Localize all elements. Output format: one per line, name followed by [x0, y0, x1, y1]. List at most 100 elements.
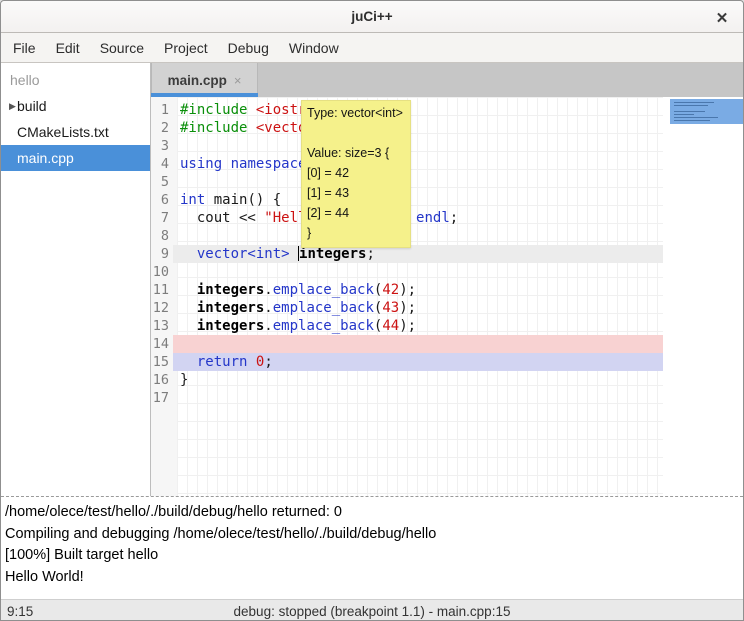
- terminal-line: /home/olece/test/hello/./build/debug/hel…: [5, 502, 739, 524]
- expander-icon[interactable]: ▶: [1, 101, 17, 112]
- code-token: cout <<: [180, 210, 264, 226]
- terminal-panel[interactable]: /home/olece/test/hello/./build/debug/hel…: [1, 496, 743, 599]
- sidebar: hello ▶buildCMakeLists.txt main.cpp: [1, 63, 151, 496]
- terminal-line: [100%] Built target hello: [5, 545, 739, 567]
- tab-close-icon[interactable]: ×: [234, 73, 242, 88]
- code-token: .: [264, 300, 272, 316]
- debug-status: debug: stopped (breakpoint 1.1) - main.c…: [1, 604, 743, 619]
- code-token: emplace_back: [273, 300, 374, 316]
- line-number: 17: [151, 389, 173, 407]
- code-text[interactable]: using namespace std;: [173, 155, 663, 173]
- status-bar: 9:15 debug: stopped (breakpoint 1.1) - m…: [1, 599, 743, 621]
- tooltip-line: [1] = 43: [307, 183, 405, 203]
- line-number: 8: [151, 227, 173, 245]
- code-token: #include: [180, 120, 247, 136]
- code-text[interactable]: int main() {: [173, 191, 663, 209]
- cursor-position: 9:15: [7, 604, 33, 619]
- code-text[interactable]: [173, 389, 663, 407]
- code-token: vector<int>: [197, 246, 290, 262]
- line-number: 4: [151, 155, 173, 173]
- code-rows: 1#include <iostream>2#include <vector>34…: [151, 97, 743, 407]
- tooltip-line: [307, 123, 405, 143]
- code-token: return: [197, 354, 248, 370]
- menu-project[interactable]: Project: [154, 34, 218, 62]
- code-token: );: [399, 282, 416, 298]
- menu-window[interactable]: Window: [279, 34, 349, 62]
- editor-pane: main.cpp × 1#include <iostream>2#include…: [151, 63, 743, 496]
- code-line-15: 15 return 0;: [151, 353, 663, 371]
- code-token: integers: [299, 246, 366, 262]
- code-line-12: 12 integers.emplace_back(43);: [151, 299, 663, 317]
- line-number: 1: [151, 101, 173, 119]
- menu-file[interactable]: File: [3, 34, 46, 62]
- code-text[interactable]: integers.emplace_back(44);: [173, 317, 663, 335]
- code-token: main() {: [214, 192, 281, 208]
- code-token: .: [264, 318, 272, 334]
- code-token: [205, 192, 213, 208]
- code-token: 44: [382, 318, 399, 334]
- line-number: 6: [151, 191, 173, 209]
- code-token: [247, 354, 255, 370]
- tooltip-line: Value: size=3 {: [307, 143, 405, 163]
- code-text[interactable]: vector<int> integers;: [173, 245, 663, 263]
- code-line-11: 11 integers.emplace_back(42);: [151, 281, 663, 299]
- code-text[interactable]: [173, 263, 663, 281]
- minimap-viewport[interactable]: [670, 99, 743, 124]
- line-number: 7: [151, 209, 173, 227]
- code-text[interactable]: #include <vector>: [173, 119, 663, 137]
- code-token: [180, 354, 197, 370]
- tree-item-label: main.cpp: [17, 150, 74, 166]
- code-text[interactable]: #include <iostream>: [173, 101, 663, 119]
- code-token: integers: [197, 318, 264, 334]
- project-name: hello: [1, 67, 150, 93]
- code-token: emplace_back: [273, 318, 374, 334]
- code-token: [180, 246, 197, 262]
- line-number: 3: [151, 137, 173, 155]
- tab-bar: main.cpp ×: [151, 63, 743, 97]
- app-window: juCi++ ✕ FileEditSourceProjectDebugWindo…: [0, 0, 744, 621]
- menu-source[interactable]: Source: [90, 34, 154, 62]
- minimap-code-mark: [674, 102, 714, 103]
- line-number: 5: [151, 173, 173, 191]
- terminal-output: /home/olece/test/hello/./build/debug/hel…: [5, 502, 739, 588]
- code-text[interactable]: return 0;: [173, 353, 663, 371]
- code-text[interactable]: cout << "Hello World!" << endl;: [173, 209, 663, 227]
- code-line-16: 16}: [151, 371, 663, 389]
- tree-item-main.cpp[interactable]: main.cpp: [1, 145, 150, 171]
- code-token: ;: [366, 246, 374, 262]
- code-editor[interactable]: 1#include <iostream>2#include <vector>34…: [151, 97, 743, 496]
- code-text[interactable]: [173, 173, 663, 191]
- debug-tooltip: Type: vector<int> Value: size=3 { [0] = …: [301, 100, 411, 248]
- code-text[interactable]: [173, 227, 663, 245]
- tooltip-line: }: [307, 223, 405, 243]
- code-text[interactable]: [173, 137, 663, 155]
- close-icon[interactable]: ✕: [711, 7, 733, 29]
- line-number: 2: [151, 119, 173, 137]
- code-token: [180, 282, 197, 298]
- minimap[interactable]: [663, 97, 743, 496]
- tree-item-build[interactable]: ▶build: [1, 93, 150, 119]
- title-bar: juCi++ ✕: [1, 1, 743, 33]
- main-area: hello ▶buildCMakeLists.txt main.cpp main.…: [1, 63, 743, 496]
- code-token: 43: [382, 300, 399, 316]
- menu-debug[interactable]: Debug: [218, 34, 279, 62]
- tooltip-line: [2] = 44: [307, 203, 405, 223]
- menu-edit[interactable]: Edit: [46, 34, 90, 62]
- tab-main-cpp[interactable]: main.cpp ×: [151, 63, 258, 97]
- code-line-17: 17: [151, 389, 663, 407]
- minimap-code-mark: [674, 105, 708, 106]
- code-text[interactable]: integers.emplace_back(43);: [173, 299, 663, 317]
- code-text[interactable]: integers.emplace_back(42);: [173, 281, 663, 299]
- code-token: integers: [197, 300, 264, 316]
- tree-item-cmakelists.txt[interactable]: CMakeLists.txt: [1, 119, 150, 145]
- code-text[interactable]: }: [173, 371, 663, 389]
- code-line-14: 14: [151, 335, 663, 353]
- code-token: .: [264, 282, 272, 298]
- code-line-10: 10: [151, 263, 663, 281]
- code-token: ;: [264, 354, 272, 370]
- code-token: integers: [197, 282, 264, 298]
- code-text[interactable]: [173, 335, 663, 353]
- minimap-code-mark: [674, 111, 705, 112]
- line-number: 11: [151, 281, 173, 299]
- code-token: [290, 246, 298, 262]
